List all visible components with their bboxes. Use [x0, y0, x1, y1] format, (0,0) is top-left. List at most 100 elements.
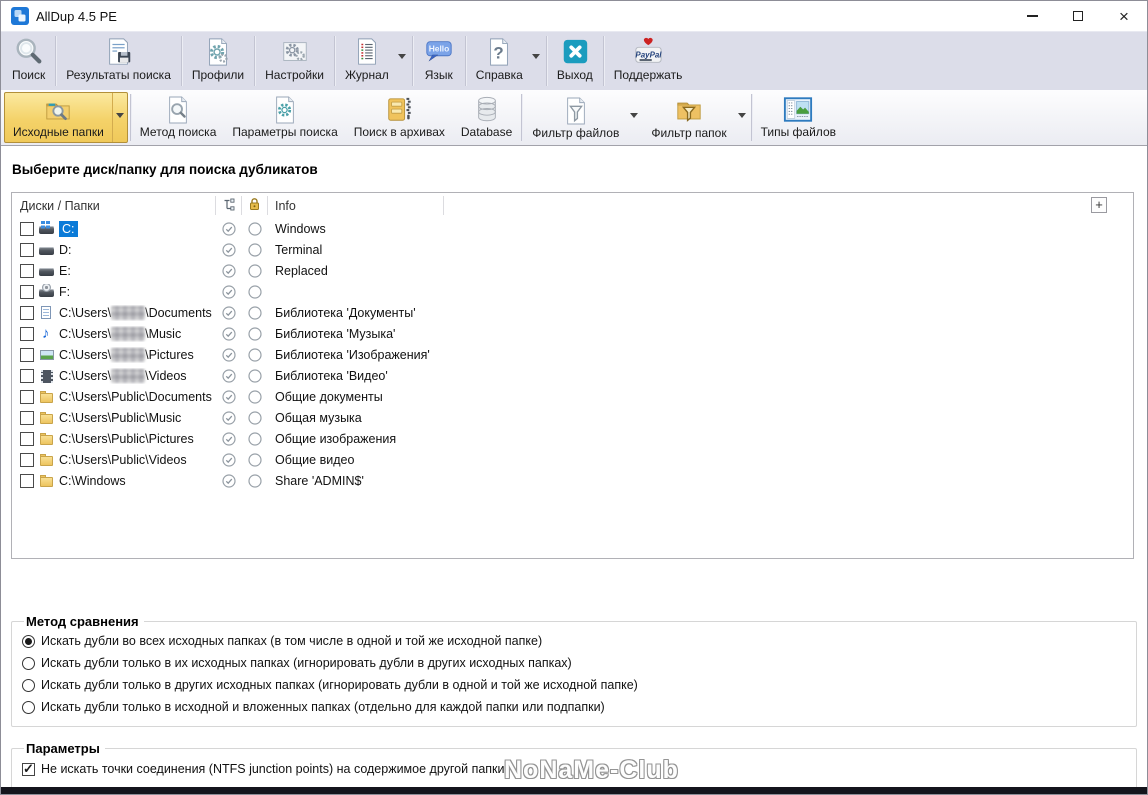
- recurse-status[interactable]: [216, 389, 242, 404]
- row-path[interactable]: C:\Users\ \Documents: [59, 305, 212, 320]
- maximize-button[interactable]: [1055, 1, 1101, 31]
- lock-status[interactable]: [242, 242, 268, 257]
- radio-icon[interactable]: [22, 678, 35, 692]
- recurse-status[interactable]: [216, 410, 242, 425]
- lock-status[interactable]: [242, 452, 268, 467]
- file-types-button[interactable]: Типы файлов: [753, 90, 844, 145]
- table-row[interactable]: C: Windows: [12, 218, 1133, 239]
- table-row[interactable]: D: Terminal: [12, 239, 1133, 260]
- radio-icon[interactable]: [22, 656, 35, 670]
- chevron-down-wrap[interactable]: [627, 92, 641, 143]
- row-checkbox[interactable]: [20, 410, 34, 425]
- profiles-button[interactable]: Профили: [183, 32, 253, 90]
- minimize-button[interactable]: [1009, 1, 1055, 31]
- recurse-status[interactable]: [216, 473, 242, 488]
- compare-method-option-1[interactable]: Искать дубли во всех исходных папках (в …: [22, 630, 1126, 652]
- lock-status[interactable]: [242, 410, 268, 425]
- column-header-info[interactable]: Info: [268, 196, 444, 215]
- row-path[interactable]: E:: [59, 264, 71, 278]
- column-header-name[interactable]: Диски / Папки: [12, 196, 216, 215]
- search-options-button[interactable]: Параметры поиска: [224, 90, 345, 145]
- search-results-button[interactable]: Результаты поиска: [57, 32, 180, 90]
- recurse-status[interactable]: [216, 347, 242, 362]
- table-row[interactable]: C:\Users\ \Videos Библиотека 'Видео': [12, 365, 1133, 386]
- row-path[interactable]: C:\Users\ \Pictures: [59, 347, 194, 362]
- row-path[interactable]: C:\Users\Public\Videos: [59, 453, 187, 467]
- database-button[interactable]: Database: [453, 90, 520, 145]
- checkbox-icon[interactable]: [22, 761, 35, 777]
- lock-status[interactable]: [242, 221, 268, 236]
- parameter-option-1[interactable]: Не искать точки соединения (NTFS junctio…: [22, 757, 1126, 781]
- recurse-status[interactable]: [216, 221, 242, 236]
- table-row[interactable]: F:: [12, 281, 1133, 302]
- exit-button[interactable]: Выход: [548, 32, 602, 90]
- recurse-status[interactable]: [216, 263, 242, 278]
- radio-icon[interactable]: [22, 634, 35, 648]
- recurse-status[interactable]: [216, 326, 242, 341]
- search-button[interactable]: Поиск: [3, 32, 54, 90]
- chevron-down-wrap[interactable]: [735, 92, 749, 143]
- row-checkbox[interactable]: [20, 242, 34, 257]
- row-path[interactable]: C:\Users\ \Videos: [59, 368, 187, 383]
- row-checkbox[interactable]: [20, 368, 34, 383]
- row-checkbox[interactable]: [20, 347, 34, 362]
- row-checkbox[interactable]: [20, 305, 34, 320]
- row-checkbox[interactable]: [20, 263, 34, 278]
- lock-status[interactable]: [242, 326, 268, 341]
- table-row[interactable]: C:\Users\ \Documents Библиотека 'Документ…: [12, 302, 1133, 323]
- add-column-button[interactable]: +: [1091, 197, 1107, 213]
- table-row[interactable]: C:\Users\Public\Videos Общие видео: [12, 449, 1133, 470]
- lock-status[interactable]: [242, 431, 268, 446]
- column-header-recurse[interactable]: [216, 196, 242, 215]
- row-path[interactable]: C:\Users\Public\Documents: [59, 390, 212, 404]
- recurse-status[interactable]: [216, 305, 242, 320]
- chevron-down-icon[interactable]: [397, 53, 406, 63]
- table-row[interactable]: C:\Users\\Music Библиотека 'Музыка': [12, 323, 1133, 344]
- source-folders-button[interactable]: Исходные папки: [5, 93, 112, 142]
- row-checkbox[interactable]: [20, 431, 34, 446]
- help-button[interactable]: ? Справка: [467, 32, 532, 90]
- row-path[interactable]: C:\Users\ \Music: [59, 326, 181, 341]
- lock-status[interactable]: [242, 368, 268, 383]
- folder-filter-button[interactable]: Фильтр папок: [643, 92, 734, 143]
- lock-status[interactable]: [242, 389, 268, 404]
- log-button[interactable]: Журнал: [336, 32, 398, 90]
- lock-status[interactable]: [242, 473, 268, 488]
- donate-button[interactable]: PayPal Поддержать: [605, 32, 692, 90]
- close-button[interactable]: ×: [1101, 1, 1147, 31]
- recurse-status[interactable]: [216, 368, 242, 383]
- lock-status[interactable]: [242, 305, 268, 320]
- table-row[interactable]: C:\Users\ \Pictures Библиотека 'Изображен…: [12, 344, 1133, 365]
- chevron-down-wrap[interactable]: [111, 93, 127, 142]
- archive-search-button[interactable]: Поиск в архивах: [346, 90, 453, 145]
- lock-status[interactable]: [242, 347, 268, 362]
- row-path[interactable]: F:: [59, 285, 70, 299]
- row-path[interactable]: C:\Users\Public\Music: [59, 411, 181, 425]
- row-checkbox[interactable]: [20, 284, 34, 299]
- settings-button[interactable]: Настройки: [256, 32, 333, 90]
- table-row[interactable]: C:\Windows Share 'ADMIN$': [12, 470, 1133, 491]
- row-path[interactable]: C:\Users\Public\Pictures: [59, 432, 194, 446]
- file-filter-button[interactable]: Фильтр файлов: [524, 92, 627, 143]
- row-path[interactable]: C:\Windows: [59, 474, 126, 488]
- recurse-status[interactable]: [216, 452, 242, 467]
- row-path[interactable]: D:: [59, 243, 72, 257]
- table-row[interactable]: E: Replaced: [12, 260, 1133, 281]
- compare-method-option-2[interactable]: Искать дубли только в их исходных папках…: [22, 652, 1126, 674]
- table-row[interactable]: C:\Users\Public\Pictures Общие изображен…: [12, 428, 1133, 449]
- recurse-status[interactable]: [216, 242, 242, 257]
- table-row[interactable]: C:\Users\Public\Music Общая музыка: [12, 407, 1133, 428]
- row-checkbox[interactable]: [20, 452, 34, 467]
- row-path[interactable]: C:: [59, 220, 78, 237]
- recurse-status[interactable]: [216, 284, 242, 299]
- row-checkbox[interactable]: [20, 326, 34, 341]
- column-header-lock[interactable]: [242, 196, 268, 215]
- recurse-status[interactable]: [216, 431, 242, 446]
- search-method-button[interactable]: Метод поиска: [132, 90, 225, 145]
- chevron-down-icon[interactable]: [531, 53, 540, 63]
- lock-status[interactable]: [242, 263, 268, 278]
- compare-method-option-4[interactable]: Искать дубли только в исходной и вложенн…: [22, 696, 1126, 718]
- lock-status[interactable]: [242, 284, 268, 299]
- table-row[interactable]: C:\Users\Public\Documents Общие документ…: [12, 386, 1133, 407]
- language-button[interactable]: Hello Язык: [414, 32, 464, 90]
